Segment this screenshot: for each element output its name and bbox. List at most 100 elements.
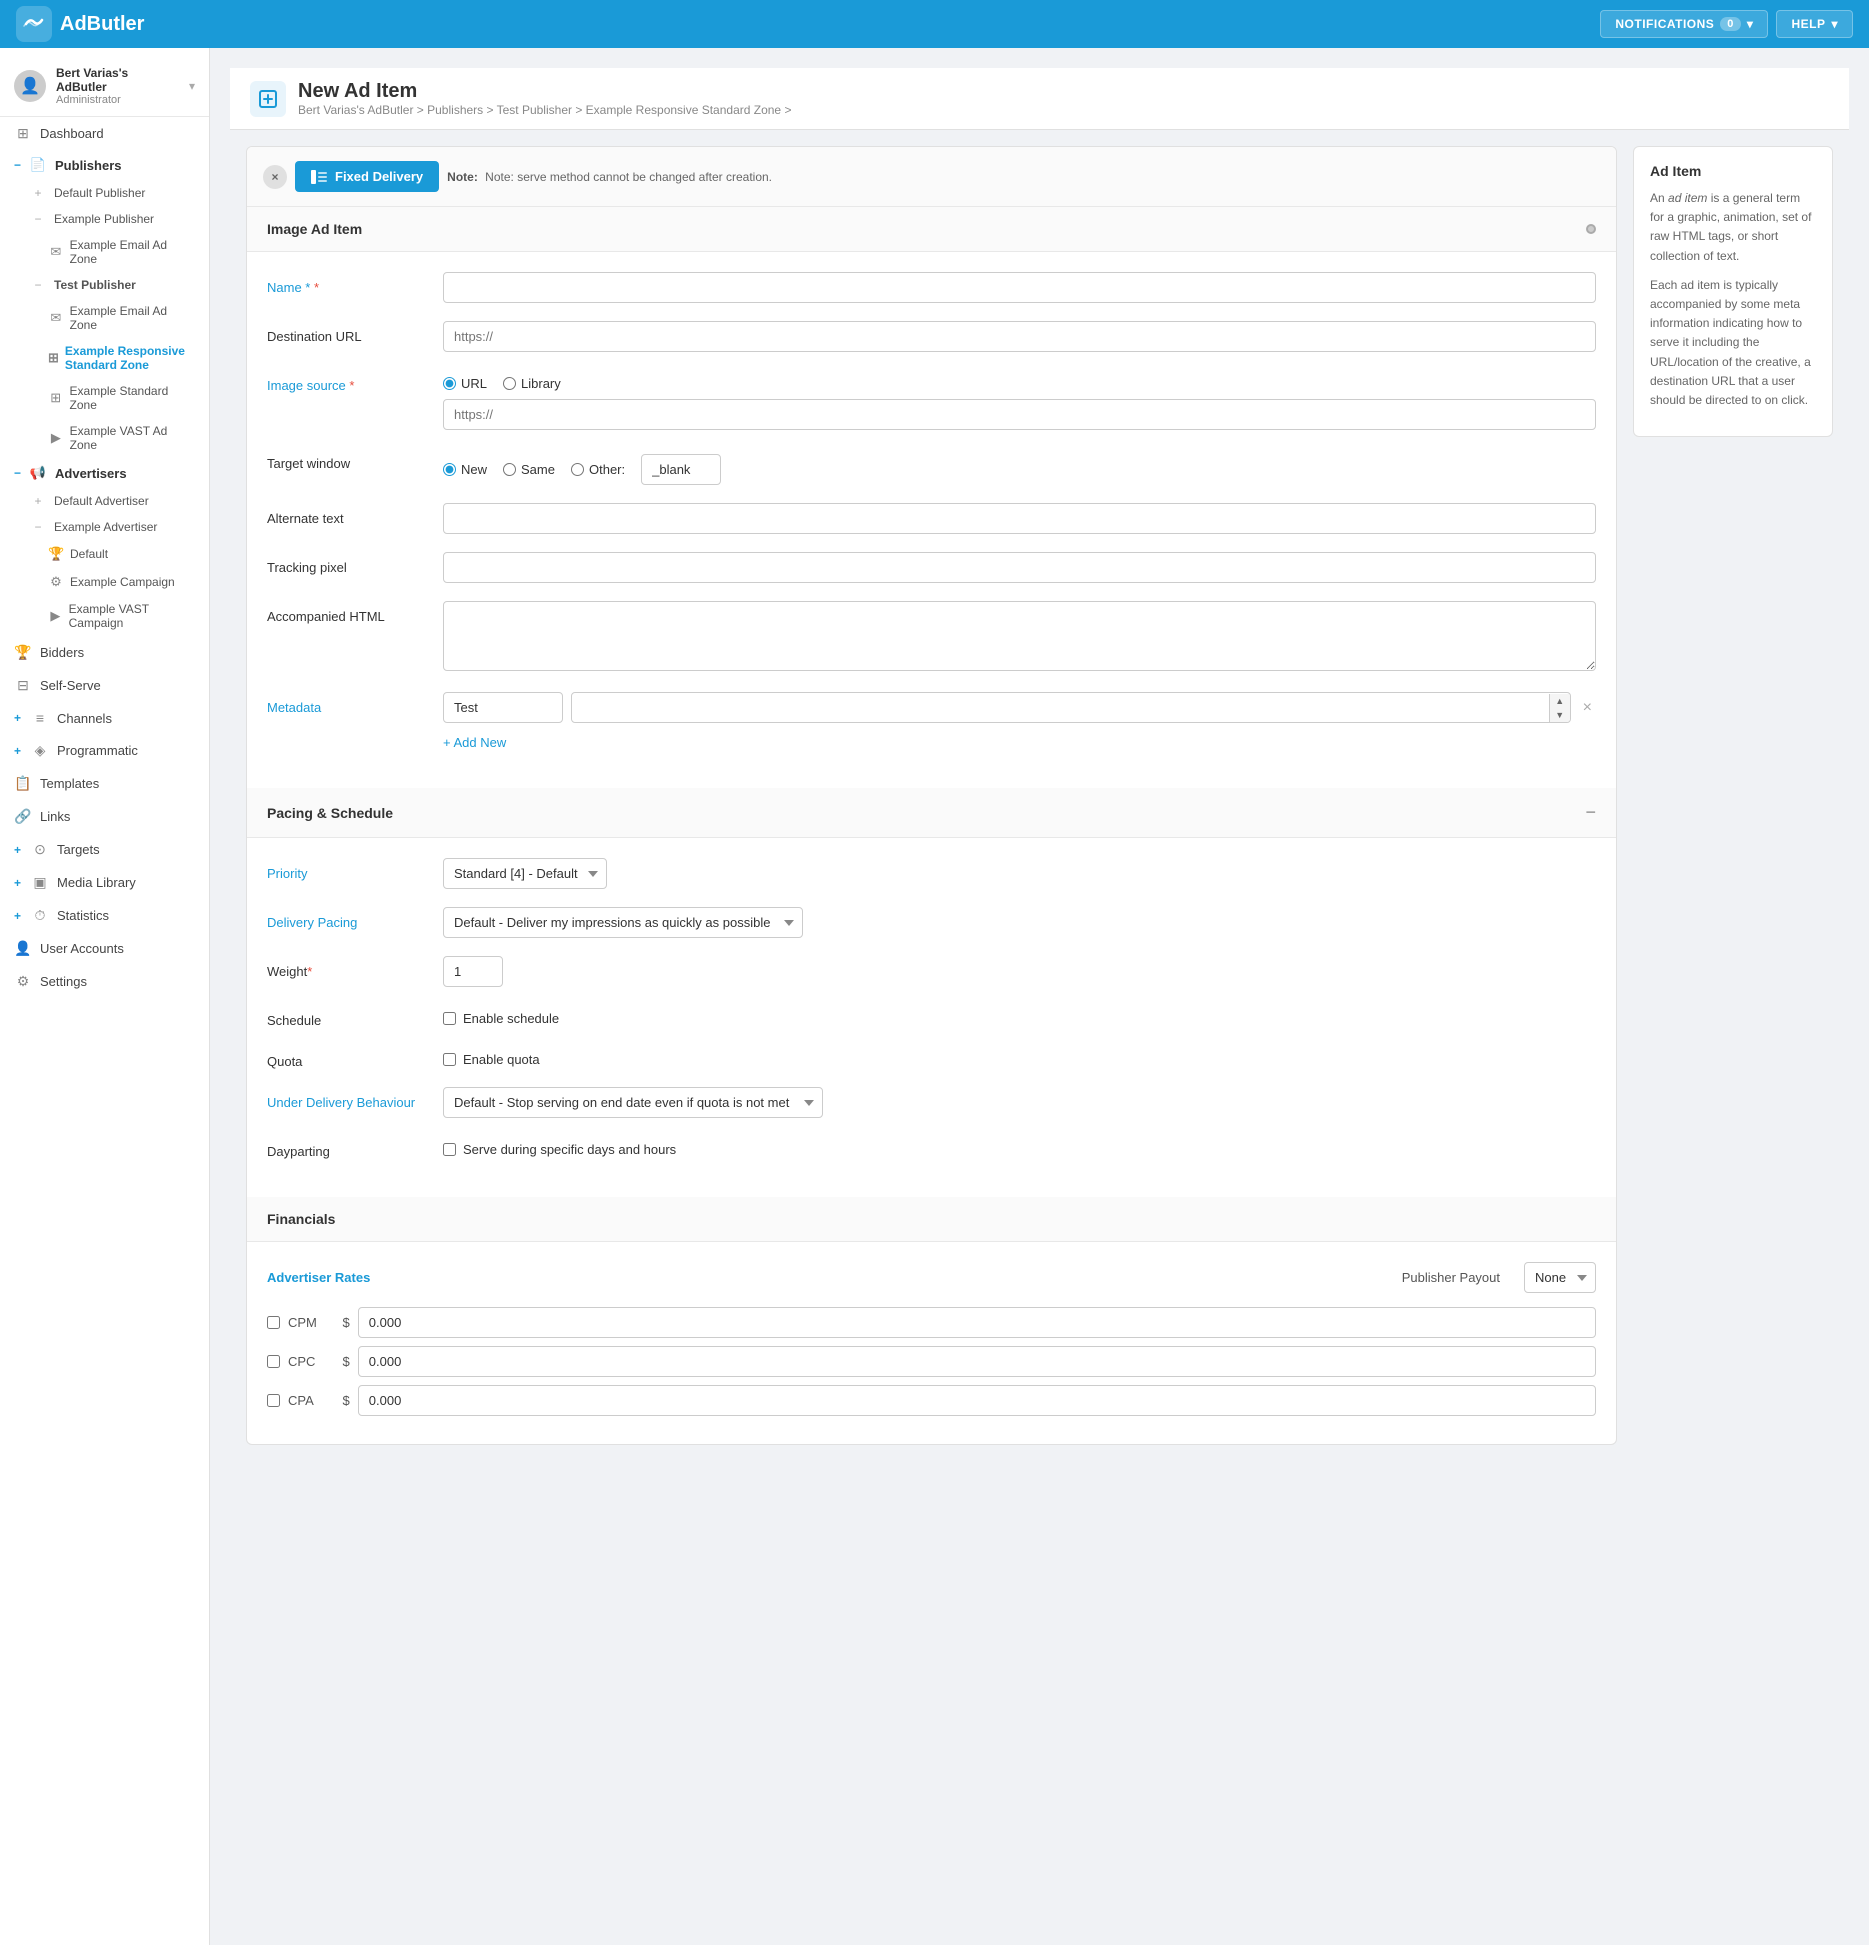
destination-url-input[interactable] (443, 321, 1596, 352)
image-source-library-radio[interactable]: Library (503, 376, 561, 391)
cpm-input[interactable] (358, 1307, 1596, 1338)
dashboard-icon: ⊞ (14, 125, 32, 142)
sidebar-item-test-email-zone[interactable]: ✉ Example Email Ad Zone (48, 298, 209, 338)
sidebar-item-example-vast-campaign[interactable]: ▶ Example VAST Campaign (48, 596, 209, 636)
cpc-checkbox[interactable] (267, 1355, 280, 1368)
accompanied-html-textarea[interactable] (443, 601, 1596, 671)
page-title-area: New Ad Item Bert Varias's AdButler > Pub… (298, 80, 791, 117)
sidebar-item-statistics[interactable]: + ⏱ Statistics (0, 899, 209, 932)
schedule-checkbox-item[interactable]: Enable schedule (443, 1005, 1596, 1026)
sidebar-item-bidders[interactable]: 🏆 Bidders (0, 636, 209, 669)
target-window-new-input[interactable] (443, 463, 456, 476)
image-ad-item-section-header: Image Ad Item (247, 207, 1616, 252)
dayparting-checkbox[interactable] (443, 1143, 456, 1156)
spinner-down-button[interactable]: ▼ (1550, 708, 1570, 722)
delivery-pacing-select[interactable]: Default - Deliver my impressions as quic… (443, 907, 803, 938)
sidebar-item-self-serve[interactable]: ⊟ Self-Serve (0, 669, 209, 702)
under-delivery-select[interactable]: Default - Stop serving on end date even … (443, 1087, 823, 1118)
target-window-other-input[interactable] (571, 463, 584, 476)
alternate-text-wrap (443, 503, 1596, 534)
add-new-metadata-button[interactable]: + Add New (443, 731, 506, 750)
priority-select[interactable]: Standard [4] - Default (443, 858, 607, 889)
spinner-up-button[interactable]: ▲ (1550, 694, 1570, 708)
sidebar-item-links[interactable]: 🔗 Links (0, 800, 209, 833)
image-source-library-radio-input[interactable] (503, 377, 516, 390)
cpa-checkbox[interactable] (267, 1394, 280, 1407)
navbar-right: NOTIFICATIONS 0 ▾ HELP ▾ (1600, 10, 1853, 38)
cpa-input[interactable] (358, 1385, 1596, 1416)
sidebar-item-vast-zone[interactable]: ▶ Example VAST Ad Zone (48, 418, 209, 458)
sidebar-item-default-publisher[interactable]: + Default Publisher (28, 180, 209, 206)
collapse-icon: − (14, 158, 21, 172)
sidebar-user[interactable]: 👤 Bert Varias's AdButler Administrator ▾ (0, 56, 209, 117)
cpm-checkbox[interactable] (267, 1316, 280, 1329)
target-same-label: Same (521, 462, 555, 477)
weight-input[interactable] (443, 956, 503, 987)
vast-zone-icon: ▶ (48, 430, 64, 446)
publisher-payout-label: Publisher Payout (1402, 1270, 1500, 1285)
publisher-payout-select[interactable]: None (1524, 1262, 1596, 1293)
sidebar-item-example-campaign[interactable]: ⚙ Example Campaign (48, 568, 209, 596)
minus-icon: − (28, 212, 48, 226)
pacing-section-toggle[interactable]: − (1585, 802, 1596, 823)
sidebar-item-dashboard[interactable]: ⊞ Dashboard (0, 117, 209, 150)
image-url-input[interactable] (443, 399, 1596, 430)
sidebar-item-test-publisher[interactable]: − Test Publisher (28, 272, 209, 298)
sidebar-item-responsive-zone[interactable]: ⊞ Example Responsive Standard Zone (48, 338, 209, 378)
name-label: Name * (267, 272, 427, 295)
accompanied-html-wrap (443, 601, 1596, 674)
sidebar-item-example-publisher[interactable]: − Example Publisher (28, 206, 209, 232)
metadata-key-input[interactable] (443, 692, 563, 723)
add-adv-icon: + (28, 494, 48, 508)
image-source-radio-group: URL Library (443, 370, 1596, 391)
close-icon: × (271, 170, 278, 184)
schedule-label: Schedule (267, 1005, 427, 1028)
cpa-row: CPA $ (267, 1385, 1596, 1416)
advertiser-rates-label: Advertiser Rates (267, 1270, 407, 1285)
sidebar-item-settings[interactable]: ⚙ Settings (0, 965, 209, 998)
quota-checkbox-item[interactable]: Enable quota (443, 1046, 1596, 1067)
name-input[interactable] (443, 272, 1596, 303)
under-delivery-wrap: Default - Stop serving on end date even … (443, 1087, 1596, 1118)
financials-header-row: Advertiser Rates Publisher Payout None (267, 1262, 1596, 1293)
image-source-url-radio-input[interactable] (443, 377, 456, 390)
sidebar-item-default-campaign[interactable]: 🏆 Default (48, 540, 209, 568)
sidebar-item-targets[interactable]: + ⊙ Targets (0, 833, 209, 866)
cpc-input[interactable] (358, 1346, 1596, 1377)
dayparting-checkbox-item[interactable]: Serve during specific days and hours (443, 1136, 1596, 1157)
advertisers-collapse-icon: − (14, 466, 21, 480)
metadata-remove-button[interactable]: × (1579, 699, 1596, 717)
sidebar-item-templates[interactable]: 📋 Templates (0, 767, 209, 800)
schedule-checkbox[interactable] (443, 1012, 456, 1025)
targets-icon: ⊙ (31, 841, 49, 858)
pacing-form-body: Priority Standard [4] - Default Delivery… (247, 838, 1616, 1197)
sidebar-item-programmatic[interactable]: + ◈ Programmatic (0, 734, 209, 767)
example-campaign-icon: ⚙ (48, 574, 64, 590)
metadata-spinners: ▲ ▼ (1549, 694, 1570, 722)
sidebar-item-publishers[interactable]: − 📄 Publishers (0, 150, 209, 180)
image-source-url-radio[interactable]: URL (443, 376, 487, 391)
sidebar-item-example-advertiser[interactable]: − Example Advertiser (28, 514, 209, 540)
notifications-button[interactable]: NOTIFICATIONS 0 ▾ (1600, 10, 1768, 38)
target-new-label: New (461, 462, 487, 477)
sidebar-item-media-library[interactable]: + ▣ Media Library (0, 866, 209, 899)
target-window-same-input[interactable] (503, 463, 516, 476)
target-window-same-radio[interactable]: Same (503, 462, 555, 477)
target-other-value-input[interactable] (641, 454, 721, 485)
sidebar-item-channels[interactable]: + ≡ Channels (0, 702, 209, 734)
metadata-value-input[interactable] (572, 693, 1549, 722)
serve-method-close-button[interactable]: × (263, 165, 287, 189)
sidebar-item-standard-zone[interactable]: ⊞ Example Standard Zone (48, 378, 209, 418)
image-source-label: Image source * (267, 370, 427, 393)
target-window-new-radio[interactable]: New (443, 462, 487, 477)
target-window-other-radio[interactable]: Other: (571, 462, 625, 477)
sidebar-item-default-advertiser[interactable]: + Default Advertiser (28, 488, 209, 514)
help-button[interactable]: HELP ▾ (1776, 10, 1853, 38)
sidebar-item-example-email-zone-1[interactable]: ✉ Example Email Ad Zone (48, 232, 209, 272)
sidebar-item-advertisers[interactable]: − 📢 Advertisers (0, 458, 209, 488)
quota-checkbox[interactable] (443, 1053, 456, 1066)
alternate-text-input[interactable] (443, 503, 1596, 534)
sidebar-item-user-accounts[interactable]: 👤 User Accounts (0, 932, 209, 965)
tracking-pixel-input[interactable] (443, 552, 1596, 583)
example-campaign-label: Example Campaign (70, 575, 175, 589)
